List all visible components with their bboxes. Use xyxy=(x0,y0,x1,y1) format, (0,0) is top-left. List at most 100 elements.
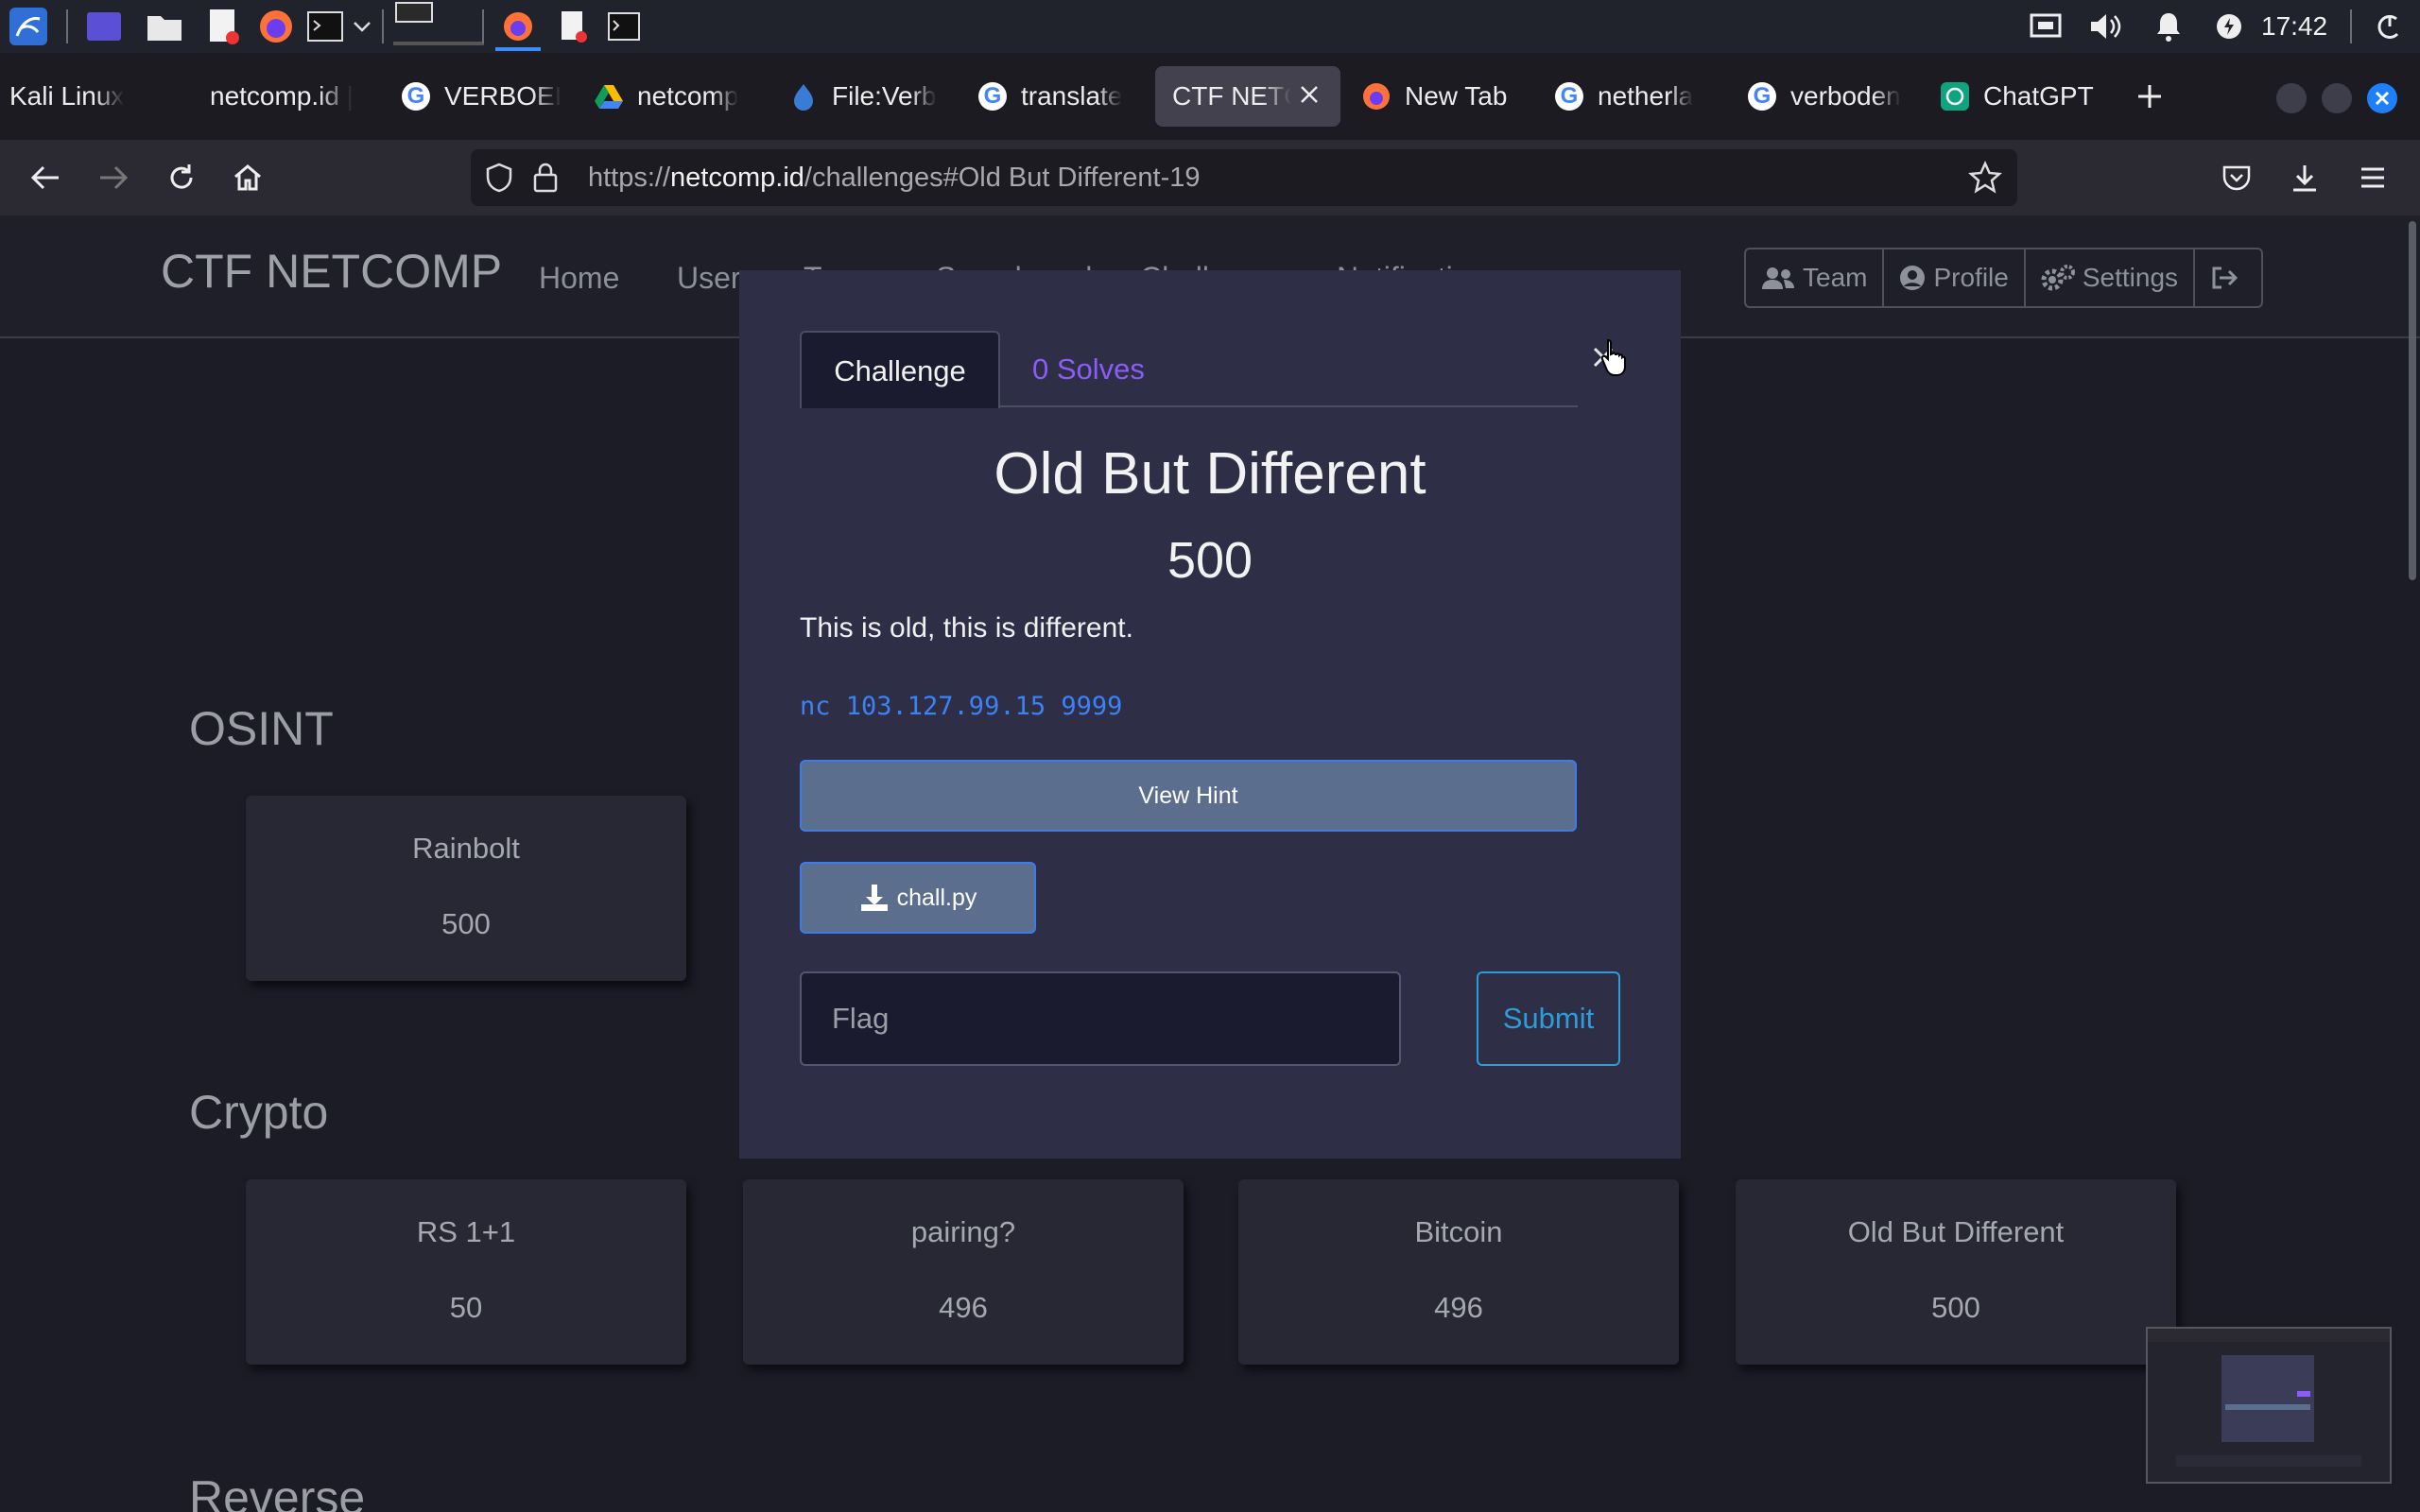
profile-button[interactable]: Profile xyxy=(1884,249,2026,306)
desktop-top-panel: 17:42 xyxy=(0,0,2420,53)
home-icon[interactable] xyxy=(225,155,270,200)
tab-label: netherla xyxy=(1598,81,1694,111)
firefox-icon[interactable] xyxy=(255,6,297,47)
challenge-card[interactable]: pairing? 496 xyxy=(743,1179,1184,1365)
challenge-card[interactable]: Rainbolt 500 xyxy=(246,796,686,981)
google-drive-icon xyxy=(594,81,624,112)
session-menu-icon[interactable] xyxy=(2369,6,2411,47)
google-icon: G xyxy=(401,81,431,112)
download-icon[interactable] xyxy=(2282,155,2327,200)
reload-icon[interactable] xyxy=(159,155,204,200)
browser-tab[interactable]: netcomp xyxy=(594,66,756,127)
thumbnail-modal xyxy=(2221,1355,2314,1442)
submit-flag-button[interactable]: Submit xyxy=(1477,971,1620,1066)
workspace-preview-icon[interactable] xyxy=(393,0,435,26)
challenge-card-value: 496 xyxy=(939,1291,988,1324)
tab-label: netcomp xyxy=(637,81,739,111)
browser-tab[interactable]: G verboden xyxy=(1747,66,1910,127)
settings-button[interactable]: Settings xyxy=(2026,249,2196,306)
shield-icon[interactable] xyxy=(484,163,514,198)
window-minimize-button[interactable] xyxy=(2276,83,2307,113)
sign-out-icon xyxy=(2212,266,2238,289)
browser-tab[interactable]: File:Verb xyxy=(788,66,951,127)
page-scrollbar-thumb[interactable] xyxy=(2409,221,2416,580)
hand-cursor-icon xyxy=(1599,338,1632,381)
chevron-down-icon[interactable] xyxy=(348,6,376,47)
thumbnail-accent xyxy=(2297,1391,2310,1397)
bookmark-star-icon[interactable] xyxy=(1967,160,2003,199)
view-hint-button[interactable]: View Hint xyxy=(800,760,1577,832)
hamburger-menu-icon[interactable] xyxy=(2350,155,2395,200)
window-close-button[interactable] xyxy=(2367,83,2397,113)
terminal-task-icon[interactable] xyxy=(603,6,645,47)
challenge-card-name: Bitcoin xyxy=(1414,1215,1503,1248)
text-editor-icon[interactable] xyxy=(202,6,244,47)
category-heading-osint: OSINT xyxy=(189,702,334,755)
browser-tab[interactable]: G VERBOEI xyxy=(401,66,563,127)
tab-label: ChatGPT xyxy=(1983,81,2094,111)
cogs-icon xyxy=(2041,265,2075,291)
challenge-card-name: Rainbolt xyxy=(412,832,520,865)
new-tab-plus-icon[interactable] xyxy=(2133,66,2167,127)
browser-tab[interactable]: G netherla xyxy=(1554,66,1717,127)
site-brand[interactable]: CTF NETCOMP xyxy=(161,244,502,299)
kali-menu-icon[interactable] xyxy=(6,6,51,47)
challenge-card[interactable]: Bitcoin 496 xyxy=(1238,1179,1679,1365)
tab-close-icon[interactable] xyxy=(1299,81,1320,112)
tab-label: Kali Linux xyxy=(9,81,125,111)
browser-tab[interactable]: G translate xyxy=(977,66,1140,127)
workspace-thumbnail-preview[interactable] xyxy=(2146,1327,2392,1484)
url-domain: netcomp.id xyxy=(670,163,804,193)
url-text[interactable]: https://netcomp.id/challenges#Old But Di… xyxy=(588,149,1201,206)
challenge-card-name: Old But Different xyxy=(1847,1215,2065,1248)
browser-tab[interactable]: Kali Linux xyxy=(9,66,189,127)
tab-solves[interactable]: 0 Solves xyxy=(1032,331,1145,408)
power-status-icon[interactable] xyxy=(2208,6,2250,47)
volume-icon[interactable] xyxy=(2085,6,2127,47)
workspace-icon[interactable] xyxy=(83,6,125,47)
close-icon xyxy=(2375,91,2390,106)
chatgpt-icon xyxy=(1940,81,1970,112)
challenge-card[interactable]: Old But Different 500 xyxy=(1736,1179,2176,1365)
nav-link-home[interactable]: Home xyxy=(539,261,619,296)
browser-tab-active[interactable]: CTF NETC xyxy=(1155,66,1340,127)
team-button-label: Team xyxy=(1803,263,1868,292)
text-editor-task-icon[interactable] xyxy=(552,6,594,47)
download-file-button[interactable]: chall.py xyxy=(800,862,1036,934)
thumbnail-cards xyxy=(2176,1455,2361,1467)
workspace-indicator xyxy=(393,42,484,45)
browser-tab[interactable]: New Tab xyxy=(1361,66,1550,127)
file-manager-icon[interactable] xyxy=(144,6,185,47)
forward-arrow-icon[interactable] xyxy=(91,155,136,200)
challenge-connection-command: nc 103.127.99.15 9999 xyxy=(800,692,1123,721)
firefox-task-icon[interactable] xyxy=(497,6,539,47)
challenge-modal: Challenge 0 Solves Old But Different 500… xyxy=(739,270,1681,1159)
lock-icon[interactable] xyxy=(533,163,558,198)
tab-label: verboden xyxy=(1790,81,1901,111)
challenge-card-name: RS 1+1 xyxy=(416,1215,516,1248)
url-path: /challenges#Old But Different-19 xyxy=(804,163,1201,193)
panel-clock[interactable]: 17:42 xyxy=(2261,0,2327,53)
browser-tab[interactable]: ChatGPT xyxy=(1940,66,2119,127)
google-icon: G xyxy=(977,81,1008,112)
notification-bell-icon[interactable] xyxy=(2148,6,2189,47)
challenge-card[interactable]: RS 1+1 50 xyxy=(246,1179,686,1365)
logout-button[interactable] xyxy=(2195,249,2261,306)
settings-button-label: Settings xyxy=(2082,263,2179,292)
browser-tab-bar: Kali Linux netcomp.id | G VERBOEI netcom… xyxy=(0,53,2420,140)
wiki-commons-icon xyxy=(788,81,819,112)
challenge-card-name: pairing? xyxy=(910,1215,1016,1248)
team-button[interactable]: Team xyxy=(1746,249,1885,306)
challenge-value: 500 xyxy=(1167,532,1253,589)
url-bar[interactable]: https://netcomp.id/challenges#Old But Di… xyxy=(471,149,2017,206)
tab-challenge[interactable]: Challenge xyxy=(800,331,1000,408)
browser-tab[interactable]: netcomp.id | xyxy=(210,66,371,127)
window-maximize-button[interactable] xyxy=(2322,83,2352,113)
pocket-icon[interactable] xyxy=(2214,155,2259,200)
category-heading-crypto: Crypto xyxy=(189,1086,329,1139)
network-icon[interactable] xyxy=(2025,6,2066,47)
challenge-card-value: 496 xyxy=(1434,1291,1483,1324)
terminal-icon[interactable] xyxy=(304,6,346,47)
flag-input[interactable] xyxy=(800,971,1401,1066)
back-arrow-icon[interactable] xyxy=(23,155,68,200)
